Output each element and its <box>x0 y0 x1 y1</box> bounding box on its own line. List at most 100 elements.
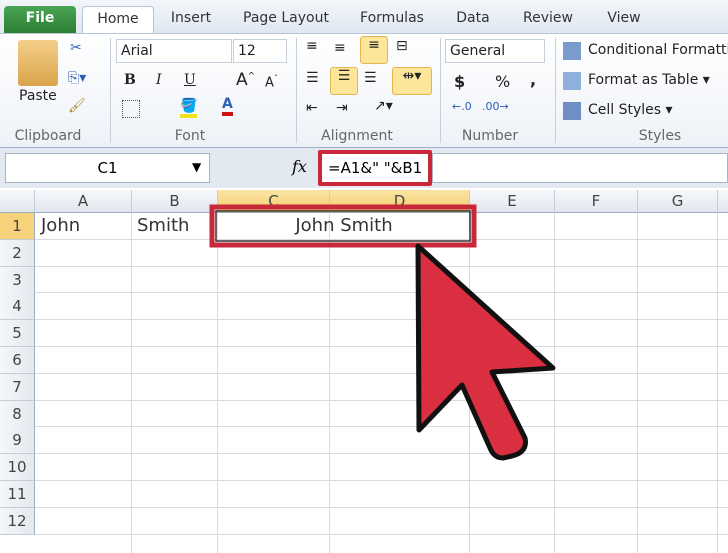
row-gridline <box>35 319 728 321</box>
name-box[interactable]: C1 <box>5 153 210 183</box>
cell-styles-label: Cell Styles <box>588 102 662 118</box>
conditional-formatting-icon <box>563 42 581 60</box>
row-gridline <box>35 292 728 294</box>
currency-button[interactable]: $ <box>454 72 465 91</box>
align-right-icon[interactable]: ☰ <box>364 70 377 86</box>
column-header[interactable]: D <box>330 190 470 213</box>
cut-icon[interactable]: ✂ <box>70 40 82 56</box>
increase-decimal-icon[interactable]: ←.0 <box>452 100 472 113</box>
divider <box>440 38 441 143</box>
font-group-label: Font <box>174 128 206 144</box>
tab-file[interactable]: File <box>4 6 76 34</box>
row-gridline <box>35 533 728 535</box>
row-header[interactable]: 3 <box>0 266 35 294</box>
tab-review[interactable]: Review <box>515 6 581 34</box>
divider <box>555 38 556 143</box>
font-color-icon[interactable]: A <box>222 96 233 116</box>
font-name-select[interactable]: Arial <box>116 39 232 63</box>
cell-styles-icon <box>563 102 581 120</box>
row-header[interactable]: 1 <box>0 213 35 240</box>
ribbon: Paste ✂ ⎘▾ 🖌 Clipboard Arial 12 B I U A^… <box>0 33 728 148</box>
insert-function-button[interactable]: fx <box>292 157 307 176</box>
wrap-text-icon[interactable]: ⊟ <box>396 38 408 54</box>
cell-styles-button[interactable]: Cell Styles ▾ <box>588 102 673 118</box>
tab-data[interactable]: Data <box>448 6 498 34</box>
row-header[interactable]: 5 <box>0 320 35 348</box>
comma-button[interactable]: , <box>530 70 536 89</box>
row-header[interactable]: 12 <box>0 507 35 535</box>
row-header[interactable]: 8 <box>0 400 35 428</box>
row-header[interactable]: 4 <box>0 293 35 321</box>
styles-group-label: Styles <box>638 128 682 144</box>
column-header[interactable]: G <box>638 190 718 213</box>
align-left-icon[interactable]: ☰ <box>306 70 319 86</box>
grow-font-icon[interactable]: A^ <box>236 70 255 90</box>
tab-view[interactable]: View <box>596 6 652 34</box>
select-all-corner[interactable] <box>0 190 35 213</box>
fill-color-icon[interactable]: 🪣 <box>180 98 198 118</box>
align-bottom-icon[interactable]: ≡ <box>360 36 388 64</box>
underline-button[interactable]: U <box>184 72 196 88</box>
cell-b1[interactable]: Smith <box>137 213 189 239</box>
formula-input[interactable]: =A1&" "&B1 <box>318 150 432 186</box>
clipboard-group-label: Clipboard <box>14 128 82 144</box>
column-header[interactable]: E <box>470 190 555 213</box>
row-gridline <box>35 480 728 481</box>
paste-button[interactable]: Paste <box>19 88 57 104</box>
name-box-dropdown-icon[interactable]: ▼ <box>192 160 201 174</box>
column-header[interactable] <box>718 190 728 213</box>
column-header[interactable]: F <box>555 190 638 213</box>
format-as-table-label: Format as Table <box>588 72 699 88</box>
column-gridline <box>554 213 555 553</box>
paste-icon[interactable] <box>18 40 58 86</box>
column-gridline <box>131 213 132 553</box>
column-gridline <box>717 213 718 553</box>
format-as-table-button[interactable]: Format as Table ▾ <box>588 72 710 88</box>
row-gridline <box>35 506 728 508</box>
italic-button[interactable]: I <box>156 72 162 88</box>
conditional-formatting-button[interactable]: Conditional Formatting <box>588 42 728 58</box>
align-top-icon[interactable]: ≡ <box>306 38 318 54</box>
row-gridline <box>35 346 728 347</box>
copy-icon[interactable]: ⎘▾ <box>68 70 86 86</box>
row-header[interactable]: 9 <box>0 427 35 455</box>
row-header[interactable]: 11 <box>0 481 35 508</box>
merge-center-icon[interactable]: ⇹▾ <box>392 67 432 95</box>
bold-button[interactable]: B <box>124 72 136 88</box>
row-header[interactable]: 10 <box>0 454 35 482</box>
font-size-select[interactable]: 12 <box>233 39 287 63</box>
increase-indent-icon[interactable]: ⇥ <box>336 100 348 116</box>
tab-home[interactable]: Home <box>82 6 154 34</box>
row-header[interactable]: 2 <box>0 239 35 267</box>
align-middle-icon[interactable]: ≡ <box>334 40 346 56</box>
column-header[interactable]: C <box>218 190 330 213</box>
row-gridline <box>35 399 728 401</box>
divider <box>296 38 297 143</box>
column-gridline <box>469 213 470 553</box>
decrease-decimal-icon[interactable]: .00→ <box>482 100 509 113</box>
format-as-table-icon <box>563 72 581 90</box>
row-gridline <box>35 453 728 455</box>
shrink-font-icon[interactable]: Aˇ <box>265 74 278 90</box>
formula-input-area[interactable] <box>432 153 728 183</box>
column-header[interactable]: B <box>132 190 218 213</box>
number-group-label: Number <box>461 128 519 144</box>
cell-a1[interactable]: John <box>41 213 80 239</box>
format-painter-icon[interactable]: 🖌 <box>68 98 86 114</box>
decrease-indent-icon[interactable]: ⇤ <box>306 100 318 116</box>
row-header[interactable]: 7 <box>0 373 35 401</box>
number-format-select[interactable]: General <box>445 39 545 63</box>
row-gridline <box>35 265 728 267</box>
cell-c1[interactable]: John Smith <box>218 213 470 239</box>
column-header[interactable]: A <box>35 190 132 213</box>
row-header[interactable]: 6 <box>0 347 35 374</box>
alignment-group-label: Alignment <box>321 128 393 144</box>
tab-formulas[interactable]: Formulas <box>350 6 434 34</box>
tab-insert[interactable]: Insert <box>160 6 222 34</box>
align-center-icon[interactable]: ☰ <box>330 67 358 95</box>
borders-icon[interactable] <box>122 100 140 118</box>
orientation-icon[interactable]: ↗▾ <box>374 98 393 114</box>
row-gridline <box>35 426 728 428</box>
percent-button[interactable]: % <box>495 72 510 91</box>
tab-page-layout[interactable]: Page Layout <box>236 6 336 34</box>
